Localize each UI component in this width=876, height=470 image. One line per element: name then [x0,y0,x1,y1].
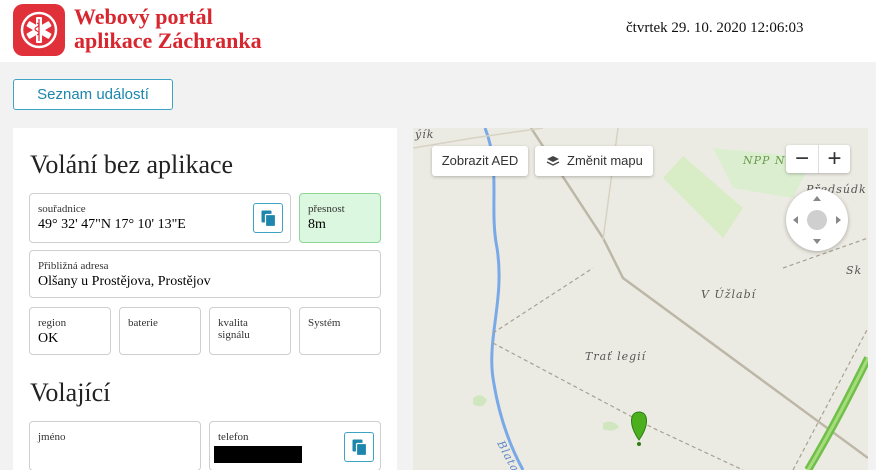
coordinates-field: souřadnice 49° 32' 47"N 17° 10' 13"E [29,193,291,243]
caller-section-title: Volající [30,378,111,407]
current-datetime: čtvrtek 29. 10. 2020 12:06:03 [626,20,804,36]
copy-icon [261,210,277,228]
battery-label: baterie [128,317,158,329]
copy-icon [352,439,368,457]
map-base-layer[interactable] [413,128,868,470]
zoom-control: − + [786,145,850,173]
signal-label: kvalita signálu [218,317,250,341]
map-label-uzlabi: V Úžlabí [701,288,757,301]
change-map-label: Změnit mapu [567,153,643,168]
system-label: Systém [308,317,341,329]
map-view[interactable]: ýík NPP Na Předsúdk Sk V Úžlabí Trať leg… [413,128,868,470]
coordinates-value: 49° 32' 47"N 17° 10' 13"E [38,217,186,232]
caller-name-label: jméno [38,431,66,443]
brand-line-2: aplikace Záchranka [74,28,262,53]
caller-name-field: jméno [29,421,201,470]
change-map-button[interactable]: Změnit mapu [535,146,653,176]
region-label: region [38,317,67,329]
map-label-top-left: ýík [415,128,435,141]
accuracy-label: přesnost [308,203,345,215]
layers-icon [546,156,560,166]
system-field: Systém [299,307,381,355]
accuracy-field: přesnost 8m [299,193,381,243]
map-label-sk: Sk [846,264,863,277]
caller-phone-label: telefon [218,431,249,443]
zoom-in-button[interactable]: + [818,145,850,173]
call-section-title: Volání bez aplikace [30,150,234,179]
accuracy-value: 8m [308,217,326,232]
header: Webový portál aplikace Záchranka čtvrtek… [0,0,876,62]
brand-line-1: Webový portál [74,4,213,29]
copy-phone-button[interactable] [344,432,374,462]
address-value: Olšany u Prostějova, Prostějov [38,274,211,289]
caller-phone-field: telefon [209,421,381,470]
star-of-life-logo-icon [13,4,65,56]
address-label: Přibližná adresa [38,260,109,272]
map-label-trat-legii: Trať legií [585,350,647,363]
signal-field: kvalita signálu [209,307,291,355]
region-field: region OK [29,307,111,355]
brand-title: Webový portál aplikace Záchranka [74,5,262,53]
battery-field: baterie [119,307,201,355]
address-field: Přibližná adresa Olšany u Prostějova, Pr… [29,250,381,298]
redacted-phone-number [214,446,302,463]
coordinates-label: souřadnice [38,203,86,215]
events-list-button[interactable]: Seznam událostí [13,79,173,110]
call-detail-panel: Volání bez aplikace souřadnice 49° 32' 4… [13,128,397,470]
pan-arrows-icon [793,196,841,244]
region-value: OK [38,331,59,346]
copy-coordinates-button[interactable] [253,203,283,233]
zoom-out-button[interactable]: − [786,145,818,173]
show-aed-button[interactable]: Zobrazit AED [432,146,528,176]
pan-control[interactable] [786,189,848,251]
